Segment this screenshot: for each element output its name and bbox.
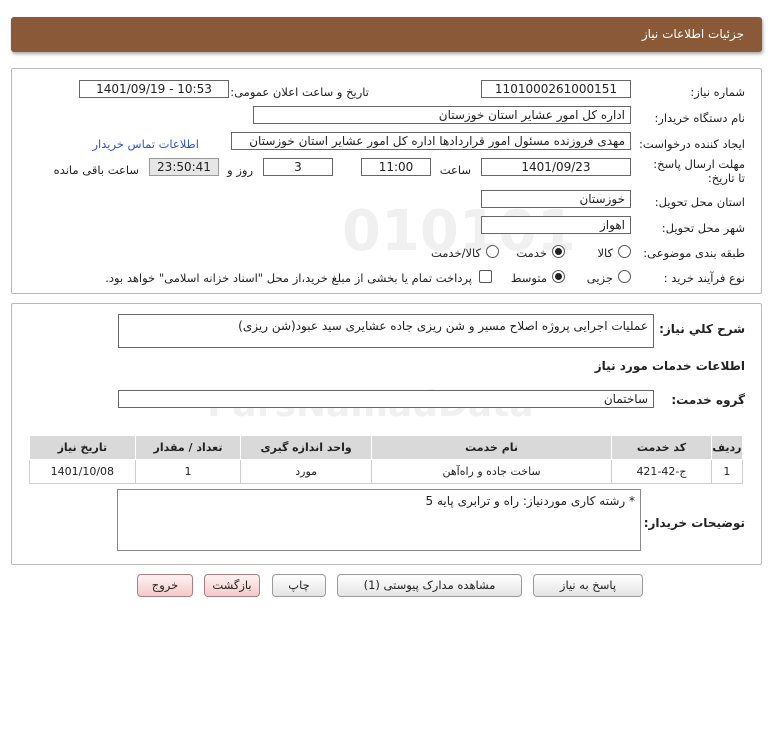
deadline-label: مهلت ارسال پاسخ: تا تاریخ: [653,157,745,185]
service-group-field: ساختمان [118,390,654,408]
need-number-label: شماره نیاز: [690,85,745,99]
days-label: روز و [227,163,253,177]
time-label: ساعت [439,163,471,177]
table-row: 1 ج-42-421 ساخت جاده و راه‌آهن مورد 1 14… [29,459,744,484]
days-field: 3 [263,158,333,176]
cell-service-name: ساخت جاده و راه‌آهن [370,459,613,484]
cell-service-code: ج-42-421 [611,459,712,484]
back-button[interactable]: بازگشت [204,574,260,597]
buyer-org-field: اداره کل امور عشایر استان خوزستان [253,106,631,124]
buyer-notes-field: * رشته کاری موردنیاز: راه و ترابری پایه … [117,489,641,551]
reply-button[interactable]: پاسخ به نیاز [533,574,643,597]
col-unit: واحد اندازه گیری [240,435,372,460]
category-radio-goods-service[interactable] [486,245,499,258]
col-row-number: ردیف [710,435,744,460]
need-number-field: 1101000261000151 [481,80,631,98]
cell-need-date: 1401/10/08 [29,459,136,484]
buyer-contact-link[interactable]: اطلاعات تماس خریدار [92,137,199,151]
city-label: شهر محل تحویل: [661,221,745,235]
process-label: نوع فرآیند خرید : [663,271,745,285]
description-label: شرح کلي نیاز: [659,322,745,336]
remaining-time-field: 23:50:41 [149,158,219,176]
print-button[interactable]: چاپ [272,574,326,597]
cell-quantity: 1 [134,459,242,484]
services-table: ردیف کد خدمت نام خدمت واحد اندازه گیری ت… [29,435,744,484]
page-title: جزئیات اطلاعات نیاز [641,27,744,41]
deadline-date-field: 1401/09/23 [481,158,631,176]
process-option-minor: جزیی [586,271,613,285]
cell-row-number: 1 [710,459,744,484]
col-quantity: تعداد / مقدار [134,435,242,460]
process-radio-minor[interactable] [618,270,631,283]
buyer-org-label: نام دستگاه خریدار: [654,111,745,125]
services-heading: اطلاعات خدمات مورد نیاز [594,359,745,373]
remaining-label: ساعت باقی مانده [53,163,139,177]
treasury-payment-note: پرداخت تمام یا بخشی از مبلغ خرید،از محل … [105,271,472,285]
requester-field: مهدی فروزنده مسئول امور قراردادها اداره … [231,132,631,150]
province-label: استان محل تحویل: [654,195,745,209]
category-radio-service[interactable] [552,245,565,258]
category-label: طبقه بندی موضوعی: [643,246,745,260]
category-option-service: خدمت [516,246,547,260]
summary-panel: ParsNamadData 021-88349670-5 شرح کلي نیا… [11,303,762,565]
buyer-notes-label: توضیحات خریدار: [643,516,745,530]
col-service-code: کد خدمت [611,435,712,460]
announce-field: 1401/09/19 - 10:53 [79,80,229,98]
exit-button[interactable]: خروج [137,574,193,597]
col-need-date: تاریخ نیاز [29,435,136,460]
description-field: عملیات اجرایی پروژه اصلاح مسیر و شن ریزی… [118,314,654,348]
city-field: اهواز [481,216,631,234]
deadline-time-field: 11:00 [361,158,431,176]
category-option-goods-service: کالا/خدمت [430,246,481,260]
province-field: خوزستان [481,190,631,208]
table-header-row: ردیف کد خدمت نام خدمت واحد اندازه گیری ت… [29,435,744,460]
service-group-label: گروه خدمت: [671,393,745,407]
cell-unit: مورد [240,459,372,484]
process-radio-medium[interactable] [552,270,565,283]
category-option-goods: کالا [597,246,613,260]
treasury-payment-checkbox[interactable] [479,270,492,283]
requester-label: ایجاد کننده درخواست: [639,137,745,151]
view-attachments-button[interactable]: مشاهده مدارک پیوستی (1) [337,574,522,597]
category-radio-goods[interactable] [618,245,631,258]
page-header: جزئیات اطلاعات نیاز [11,17,762,52]
details-panel: 010101 شماره نیاز: 1101000261000151 تاری… [11,68,762,294]
announce-label: تاریخ و ساعت اعلان عمومی: [230,85,369,99]
process-option-medium: متوسط [510,271,547,285]
col-service-name: نام خدمت [370,435,613,460]
